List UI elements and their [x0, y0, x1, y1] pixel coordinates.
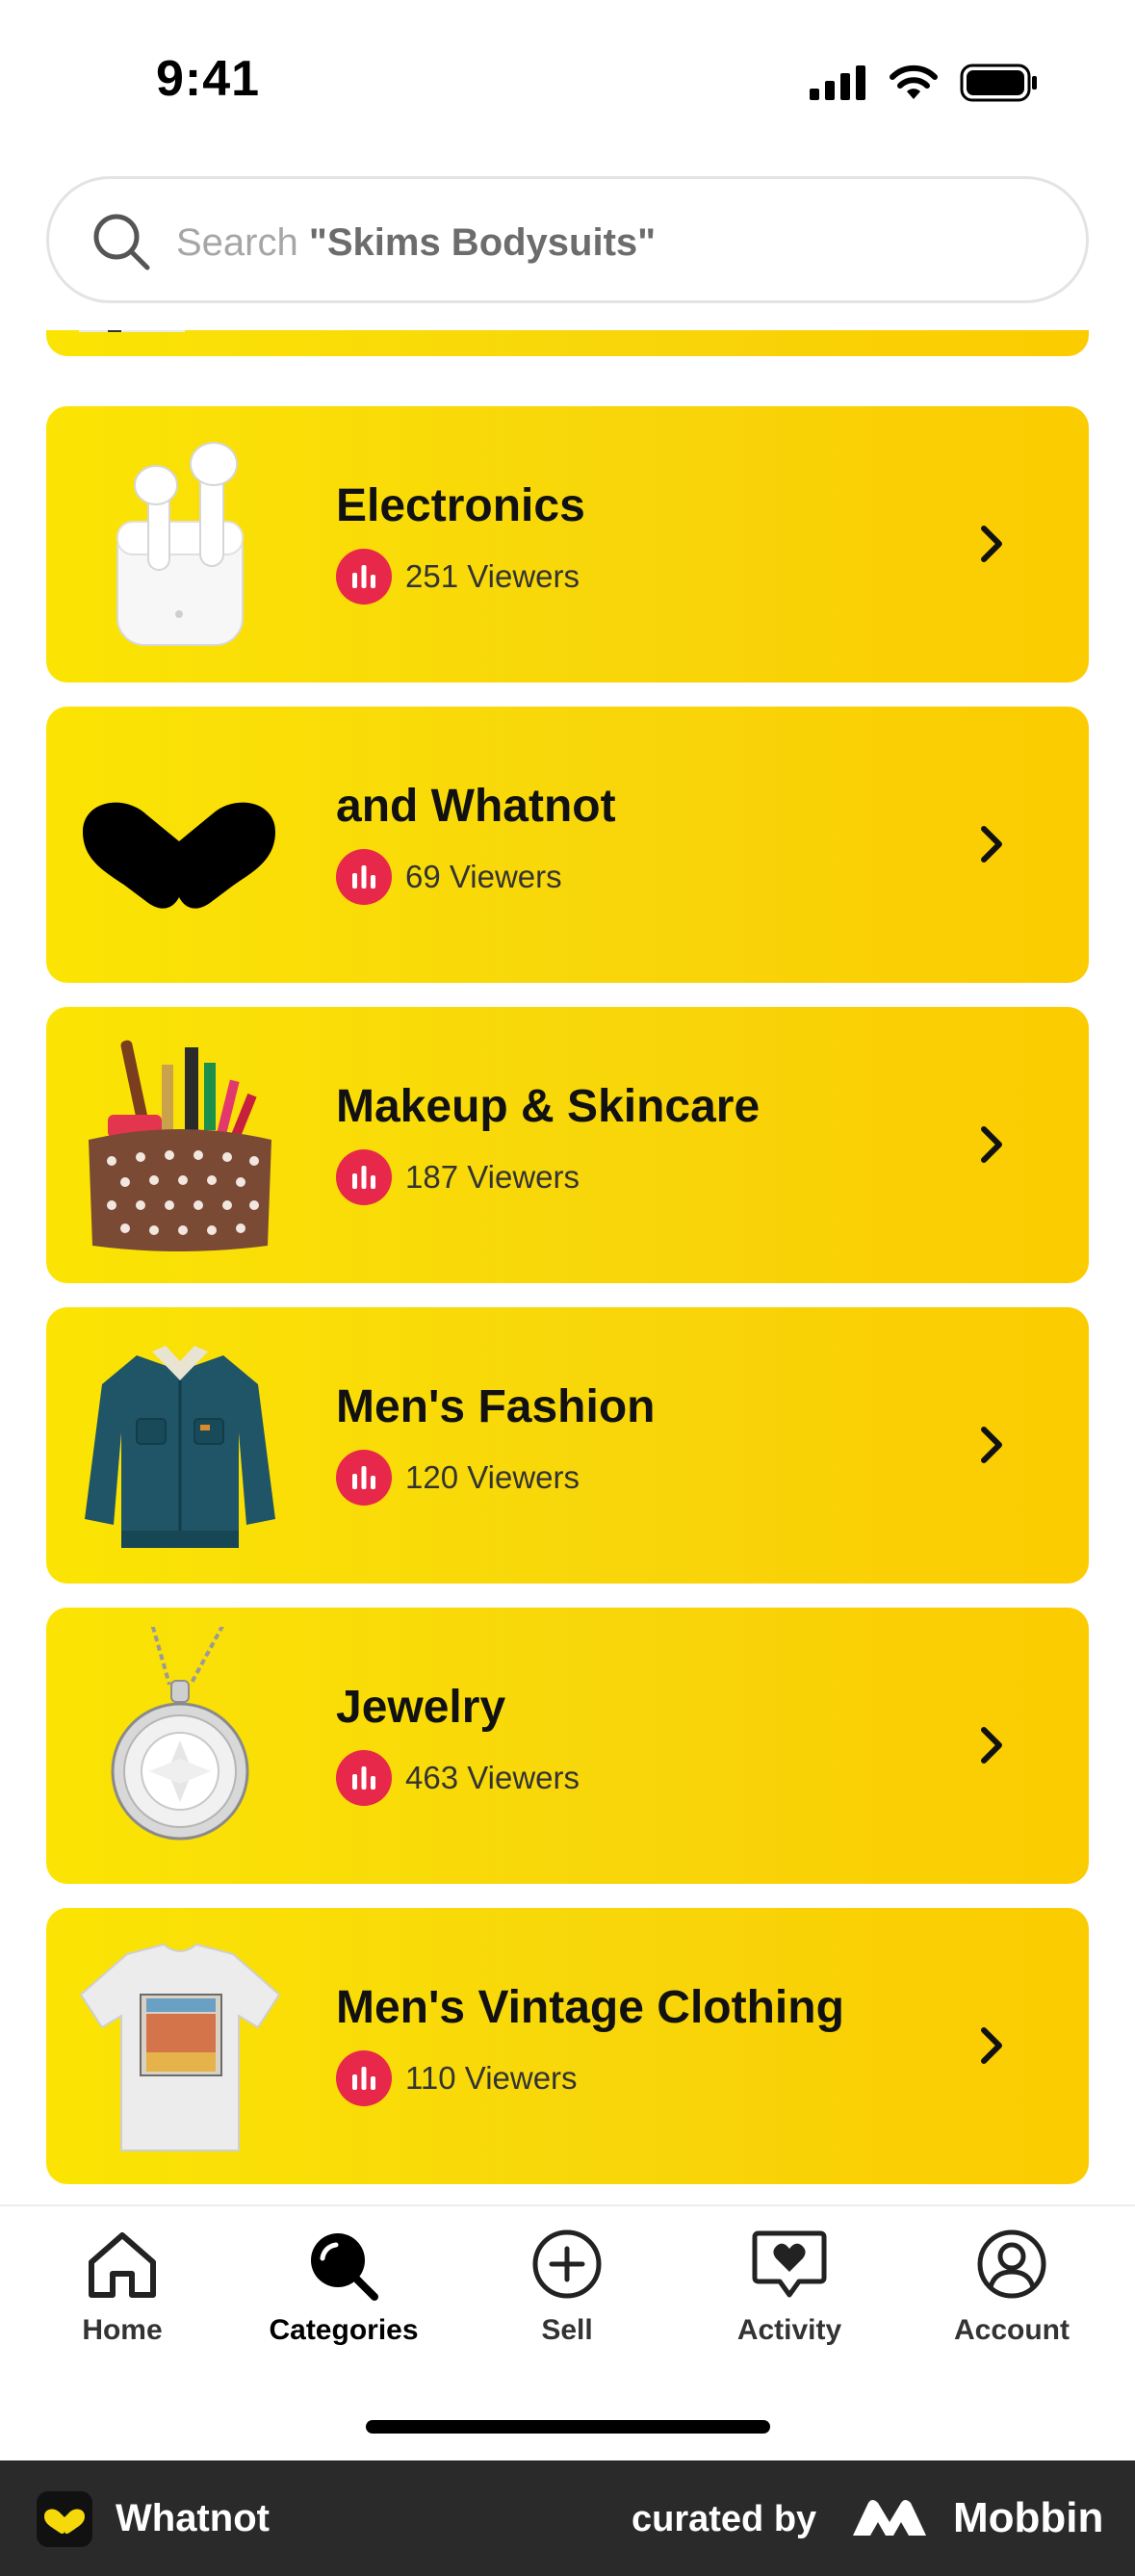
live-bars-icon	[336, 1149, 392, 1205]
tab-label: Categories	[269, 2314, 419, 2346]
chevron-right-icon	[981, 826, 1002, 863]
pendant-necklace-image	[111, 1627, 249, 1841]
chevron-right-icon	[981, 1427, 1002, 1463]
account-icon	[977, 2229, 1046, 2299]
viewer-count: 69 Viewers	[336, 849, 562, 905]
tab-label: Sell	[541, 2314, 593, 2346]
banner-curated-by: curated by	[632, 2499, 817, 2539]
tab-activity[interactable]: Activity	[693, 2228, 886, 2372]
category-list[interactable]: Electronics 251 Viewers and Whatnot 69 V…	[0, 330, 1135, 2202]
search-prefix: Search	[176, 221, 298, 264]
category-title: Electronics	[336, 480, 585, 531]
category-card-and-whatnot[interactable]: and Whatnot 69 Viewers	[46, 707, 1089, 983]
partial-product-image	[79, 330, 185, 332]
mobbin-logo-icon	[853, 2500, 926, 2536]
makeup-bag-image	[89, 1040, 271, 1251]
live-bars-icon	[336, 549, 392, 605]
categories-icon	[311, 2233, 378, 2301]
plus-circle-icon	[532, 2229, 602, 2299]
viewer-count: 251 Viewers	[336, 549, 580, 605]
search-icon	[93, 214, 150, 270]
home-indicator[interactable]	[366, 2420, 770, 2434]
category-card-partial[interactable]	[46, 330, 1089, 356]
status-time: 9:41	[156, 51, 261, 107]
chevron-right-icon	[981, 2027, 1002, 2064]
vintage-tshirt-image	[79, 1943, 281, 2151]
category-title: Men's Fashion	[336, 1381, 656, 1432]
heart-chat-icon	[752, 2230, 827, 2298]
status-bar: 9:41	[0, 0, 1135, 164]
viewer-count: 110 Viewers	[336, 2050, 578, 2106]
chevron-right-icon	[981, 526, 1002, 562]
tab-categories[interactable]: Categories	[247, 2228, 440, 2372]
category-title: and Whatnot	[336, 781, 616, 832]
category-title: Makeup & Skincare	[336, 1081, 761, 1132]
earbuds-image	[116, 442, 244, 646]
tab-label: Activity	[736, 2314, 842, 2346]
tab-home[interactable]: Home	[26, 2228, 219, 2372]
search-bar[interactable]: Search "Skims Bodysuits"	[46, 176, 1089, 303]
category-card-makeup-skincare[interactable]: Makeup & Skincare 187 Viewers	[46, 1007, 1089, 1283]
banner-app-name: Whatnot	[116, 2497, 270, 2539]
whatnot-logo-image	[83, 802, 275, 909]
banner-brand: Mobbin	[953, 2494, 1104, 2541]
category-card-mens-fashion[interactable]: Men's Fashion 120 Viewers	[46, 1307, 1089, 1584]
live-bars-icon	[336, 1450, 392, 1506]
chevron-right-icon	[981, 1126, 1002, 1163]
viewer-count: 463 Viewers	[336, 1750, 580, 1806]
tab-label: Home	[82, 2314, 163, 2346]
category-card-electronics[interactable]: Electronics 251 Viewers	[46, 406, 1089, 683]
viewer-count-text: 110 Viewers	[405, 2060, 578, 2096]
viewer-count-text: 463 Viewers	[405, 1760, 580, 1795]
tab-sell[interactable]: Sell	[471, 2228, 663, 2372]
category-title: Jewelry	[336, 1682, 506, 1733]
category-card-jewelry[interactable]: Jewelry 463 Viewers	[46, 1608, 1089, 1884]
category-card-mens-vintage-clothing[interactable]: Men's Vintage Clothing 110 Viewers	[46, 1908, 1089, 2184]
whatnot-app-icon	[37, 2491, 92, 2547]
chevron-right-icon	[981, 1727, 1002, 1764]
category-title: Men's Vintage Clothing	[336, 1982, 844, 2033]
live-bars-icon	[336, 2050, 392, 2106]
cellular-signal-icon	[810, 65, 865, 100]
home-icon	[89, 2232, 156, 2298]
mobbin-banner: Whatnot curated by Mobbin	[0, 2460, 1135, 2576]
tab-label: Account	[954, 2314, 1070, 2346]
viewer-count-text: 251 Viewers	[405, 558, 580, 594]
search-placeholder: Search "Skims Bodysuits"	[176, 221, 656, 265]
status-icons	[810, 64, 1039, 102]
tab-account[interactable]: Account	[916, 2228, 1108, 2372]
live-bars-icon	[336, 849, 392, 905]
live-bars-icon	[336, 1750, 392, 1806]
viewer-count-text: 69 Viewers	[405, 859, 562, 894]
search-suggested-query: "Skims Bodysuits"	[308, 221, 657, 264]
viewer-count: 187 Viewers	[336, 1149, 580, 1205]
battery-icon	[960, 64, 1037, 102]
wifi-icon	[890, 64, 938, 99]
denim-jacket-image	[85, 1346, 275, 1548]
viewer-count-text: 120 Viewers	[405, 1459, 580, 1495]
viewer-count-text: 187 Viewers	[405, 1159, 580, 1195]
viewer-count: 120 Viewers	[336, 1450, 580, 1506]
